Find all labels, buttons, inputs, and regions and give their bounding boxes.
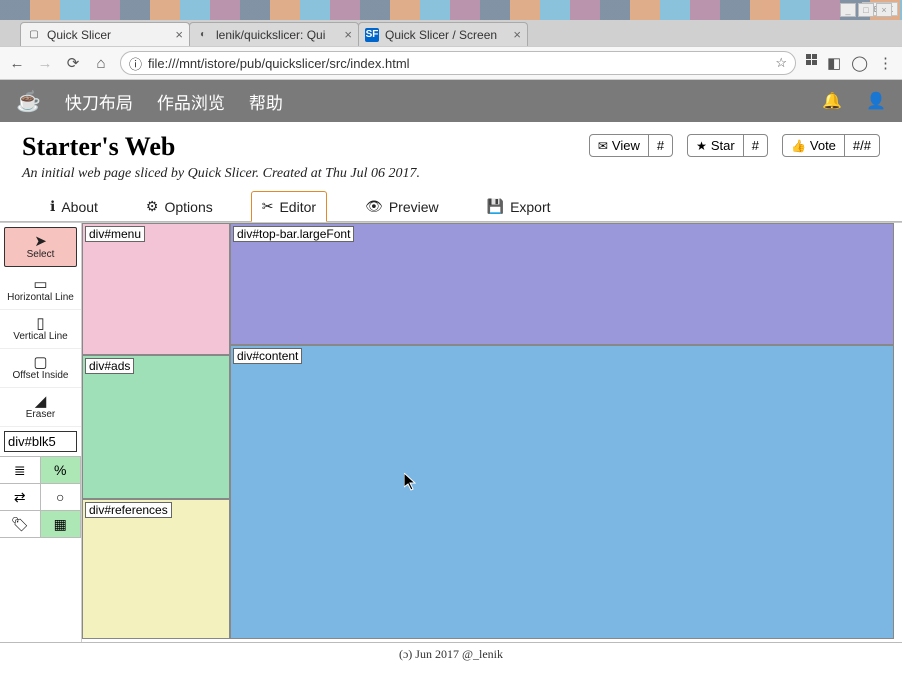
star-pill[interactable]: ★ Star # (687, 134, 768, 157)
mini-tool-percent-icon[interactable]: % (40, 456, 82, 484)
nav-item-help[interactable]: 帮助 (249, 89, 283, 114)
star-count: # (743, 135, 767, 156)
home-icon[interactable]: ⌂ (92, 55, 110, 72)
view-count: # (648, 135, 672, 156)
tab-about[interactable]: ℹAbout (40, 192, 108, 221)
desktop-background: Lenik _ □ × (0, 0, 902, 20)
page-favicon-icon: ▢ (27, 28, 41, 42)
page-header: Starter's Web An initial web page sliced… (0, 122, 902, 190)
eye-icon: 👁 (365, 198, 383, 215)
layout-canvas[interactable]: div#menu div#ads div#references div#top-… (82, 223, 902, 642)
tab-close-icon[interactable]: × (513, 27, 521, 42)
os-max-icon[interactable]: □ (858, 3, 874, 17)
forward-icon[interactable]: → (36, 55, 54, 72)
mini-tool-circle-icon[interactable]: ○ (40, 483, 82, 511)
app-logo-icon[interactable]: ☕ (16, 89, 41, 114)
mini-tool-grid: ≣ % ⇄ ○ 🏷 ▦ (0, 456, 81, 538)
region-references[interactable]: div#references (82, 499, 230, 639)
region-tag: div#content (233, 348, 302, 364)
tab-close-icon[interactable]: × (175, 27, 183, 42)
mini-tool-swap-icon[interactable]: ⇄ (0, 483, 41, 511)
vote-count: #/# (844, 135, 879, 156)
page-title: Starter's Web (22, 132, 420, 162)
tool-horizontal-line[interactable]: ▭ Horizontal Line (0, 271, 81, 310)
offset-icon: ▢ (2, 355, 79, 370)
editor-area: ➤ Select ▭ Horizontal Line ▯ Vertical Li… (0, 222, 902, 642)
region-tag: div#menu (85, 226, 145, 242)
region-menu[interactable]: div#menu (82, 223, 230, 355)
tab-options[interactable]: ⚙Options (136, 192, 223, 221)
eraser-icon: ◢ (2, 394, 79, 409)
gear-icon: ⚙ (146, 198, 159, 215)
region-tag: div#top-bar.largeFont (233, 226, 354, 242)
view-pill[interactable]: ✉ View # (589, 134, 673, 157)
region-ads[interactable]: div#ads (82, 355, 230, 499)
mini-tool-list-icon[interactable]: ≣ (0, 456, 41, 484)
browser-toolbar: ← → ⟳ ⌂ ⓘ file:///mnt/istore/pub/quicksl… (0, 46, 902, 80)
selector-input[interactable] (4, 431, 77, 452)
mini-tool-tag-icon[interactable]: 🏷 (0, 510, 41, 538)
page-footer: (ɔ) Jun 2017 @_lenik (0, 642, 902, 666)
browser-tab-title: Quick Slicer / Screen (385, 28, 507, 42)
tab-export[interactable]: 💾Export (477, 192, 561, 221)
browser-tab-title: lenik/quickslicer: Qui (216, 28, 338, 42)
back-icon[interactable]: ← (8, 55, 26, 72)
bookmark-star-icon[interactable]: ☆ (775, 55, 787, 71)
tool-vertical-line[interactable]: ▯ Vertical Line (0, 310, 81, 349)
os-min-icon[interactable]: _ (840, 3, 856, 17)
tab-preview[interactable]: 👁Preview (355, 192, 449, 221)
extension-icon[interactable]: ◧ (827, 54, 841, 72)
os-window-controls: _ □ × (840, 3, 892, 17)
view-label: View (612, 138, 640, 153)
star-label: Star (711, 138, 735, 153)
browser-tab-bar: ▢ Quick Slicer × ◐ lenik/quickslicer: Qu… (0, 20, 902, 46)
mini-tool-grid-icon[interactable]: ▦ (40, 510, 82, 538)
vote-pill[interactable]: 👍 Vote #/# (782, 134, 880, 157)
nav-item-layout[interactable]: 快刀布局 (65, 89, 133, 114)
star-icon: ★ (696, 139, 707, 153)
section-tabs: ℹAbout ⚙Options ✂Editor 👁Preview 💾Export (0, 190, 902, 222)
info-icon[interactable]: ⓘ (129, 54, 142, 73)
tool-select[interactable]: ➤ Select (4, 227, 77, 267)
tab-close-icon[interactable]: × (344, 27, 352, 42)
tab-editor[interactable]: ✂Editor (251, 191, 327, 222)
tool-eraser[interactable]: ◢ Eraser (0, 388, 81, 427)
browser-tab[interactable]: ◐ lenik/quickslicer: Qui × (189, 22, 359, 46)
page-subtitle: An initial web page sliced by Quick Slic… (22, 166, 420, 182)
region-content[interactable]: div#content (230, 345, 894, 639)
region-top-bar[interactable]: div#top-bar.largeFont (230, 223, 894, 345)
nav-item-works[interactable]: 作品浏览 (157, 89, 225, 114)
browser-tab[interactable]: ▢ Quick Slicer × (20, 22, 190, 46)
region-tag: div#ads (85, 358, 134, 374)
thumbs-up-icon: 👍 (791, 139, 806, 153)
vote-label: Vote (810, 138, 836, 153)
footer-text: (ɔ) Jun 2017 @_lenik (399, 647, 503, 661)
url-field[interactable]: ⓘ file:///mnt/istore/pub/quickslicer/src… (120, 51, 796, 75)
sf-favicon-icon: SF (365, 28, 379, 42)
user-icon[interactable]: 👤 (866, 91, 886, 111)
crop-icon: ✂ (262, 198, 274, 215)
app-navbar: ☕ 快刀布局 作品浏览 帮助 🔔 👤 (0, 80, 902, 122)
cursor-icon: ➤ (7, 234, 74, 249)
tool-column: ➤ Select ▭ Horizontal Line ▯ Vertical Li… (0, 223, 82, 642)
browser-tab-title: Quick Slicer (47, 28, 169, 42)
os-close-icon[interactable]: × (876, 3, 892, 17)
qr-icon[interactable] (806, 54, 817, 72)
browser-tab[interactable]: SF Quick Slicer / Screen × (358, 22, 528, 46)
reload-icon[interactable]: ⟳ (64, 54, 82, 72)
save-icon: 💾 (487, 198, 504, 215)
bell-icon[interactable]: 🔔 (822, 91, 842, 111)
tool-offset-inside[interactable]: ▢ Offset Inside (0, 349, 81, 388)
envelope-icon: ✉ (598, 139, 608, 153)
github-favicon-icon: ◐ (196, 28, 210, 42)
url-text: file:///mnt/istore/pub/quickslicer/src/i… (148, 56, 410, 71)
menu-dots-icon[interactable]: ⋮ (878, 54, 894, 72)
hline-icon: ▭ (2, 277, 79, 292)
info-icon: ℹ (50, 198, 55, 215)
region-tag: div#references (85, 502, 172, 518)
vline-icon: ▯ (2, 316, 79, 331)
profile-icon[interactable]: ◯ (851, 54, 868, 72)
